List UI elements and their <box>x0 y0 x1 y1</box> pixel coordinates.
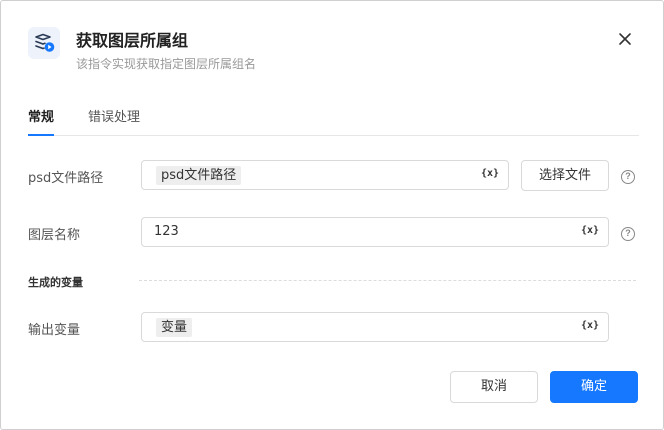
variable-icon[interactable]: {x} <box>481 168 499 179</box>
tab-error-handling[interactable]: 错误处理 <box>88 110 140 135</box>
psd-path-label: psd文件路径 <box>28 171 104 186</box>
confirm-button[interactable]: 确定 <box>550 371 638 403</box>
psd-path-input[interactable]: psd文件路径 {x} <box>141 160 509 190</box>
layer-name-label: 图层名称 <box>28 228 81 243</box>
tab-bar: 常规 错误处理 <box>28 110 639 136</box>
generated-vars-heading: 生成的变量 <box>28 276 83 289</box>
output-var-value-chip: 变量 <box>156 318 193 337</box>
output-var-input[interactable]: 变量 {x} <box>141 312 609 342</box>
dialog-subtitle: 该指令实现获取指定图层所属组名 <box>76 57 257 71</box>
layer-name-value: 123 <box>154 224 179 239</box>
cancel-button[interactable]: 取消 <box>450 371 538 403</box>
dialog-title: 获取图层所属组 <box>76 31 189 50</box>
psd-path-value-chip: psd文件路径 <box>156 166 242 185</box>
output-var-label: 输出变量 <box>28 323 81 338</box>
choose-file-button[interactable]: 选择文件 <box>521 160 609 191</box>
close-icon[interactable] <box>617 31 633 47</box>
section-divider <box>139 280 636 281</box>
variable-icon[interactable]: {x} <box>581 225 599 236</box>
help-icon[interactable]: ? <box>621 227 635 241</box>
help-icon[interactable]: ? <box>621 170 635 184</box>
layer-name-input[interactable]: 123 {x} <box>141 217 609 247</box>
dialog: 获取图层所属组 该指令实现获取指定图层所属组名 常规 错误处理 psd文件路径 … <box>0 0 664 430</box>
layer-stack-icon <box>28 27 60 59</box>
tab-general[interactable]: 常规 <box>28 110 55 136</box>
variable-icon[interactable]: {x} <box>581 320 599 331</box>
